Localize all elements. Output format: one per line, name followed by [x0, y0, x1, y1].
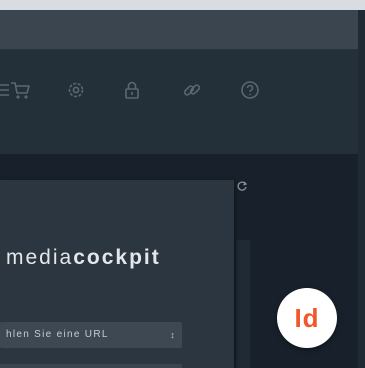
url-select-value: hlen Sie eine URL: [6, 329, 109, 340]
help-button[interactable]: [238, 78, 262, 102]
lock-icon: [125, 81, 139, 99]
brand-light: media: [6, 246, 74, 269]
link-button[interactable]: [180, 78, 204, 102]
indesign-label: Id: [294, 302, 320, 333]
url-select[interactable]: hlen Sie eine URL ↕: [0, 322, 182, 348]
select-arrows-icon: ↕: [170, 330, 176, 340]
settings-button[interactable]: [64, 78, 88, 102]
window-edge: [358, 10, 365, 368]
secondary-field[interactable]: [0, 364, 182, 368]
gear-icon: [68, 82, 84, 98]
brand-logo: mediacockpit: [6, 246, 161, 270]
cart-icon: [11, 82, 30, 99]
toolbar: [0, 50, 365, 154]
panel-scrollbar[interactable]: [236, 240, 250, 368]
app-window: mediacockpit hlen Sie eine URL ↕ Id: [0, 10, 365, 368]
screen: mediacockpit hlen Sie eine URL ↕ Id: [0, 0, 365, 368]
link-icon: [183, 84, 201, 96]
brand-bold: cockpit: [73, 246, 161, 269]
desktop-strip: [0, 0, 365, 10]
indesign-badge[interactable]: Id: [277, 288, 337, 348]
cart-button[interactable]: [8, 78, 32, 102]
refresh-icon[interactable]: [236, 180, 248, 192]
title-bar: [0, 10, 365, 50]
lock-button[interactable]: [120, 78, 144, 102]
mediacockpit-panel: mediacockpit hlen Sie eine URL ↕: [0, 180, 234, 368]
help-icon: [241, 81, 259, 99]
